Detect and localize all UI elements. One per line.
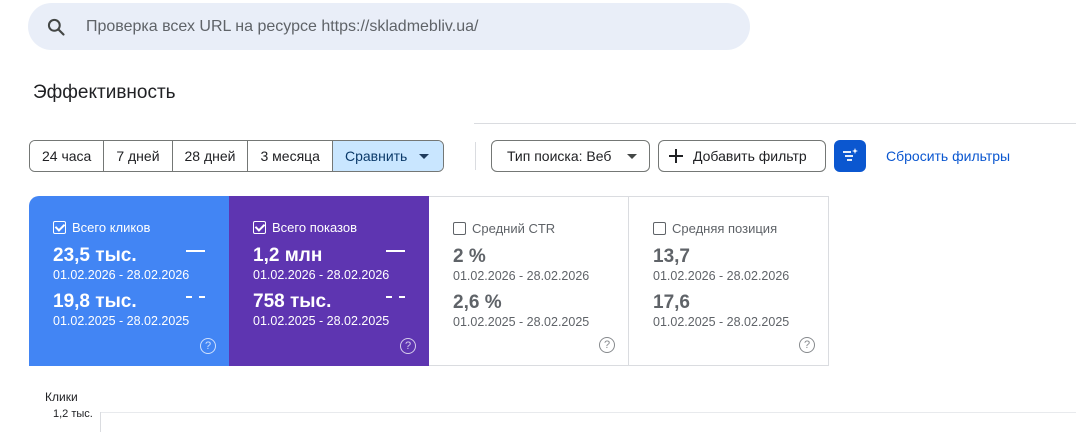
search-type-label: Тип поиска: Веб <box>507 148 612 164</box>
metric-card-impressions[interactable]: Всего показов 1,2 млн 01.02.2026 - 28.02… <box>229 196 429 366</box>
chart-y-tick: 1,2 тыс. <box>53 408 93 420</box>
page-title: Эффективность <box>33 82 176 103</box>
chart-gridline <box>100 412 1076 413</box>
metric-card-header: Всего показов <box>253 220 357 235</box>
metric-current-period: 01.02.2026 - 28.02.2026 <box>253 268 390 282</box>
date-range-7d[interactable]: 7 дней <box>104 141 173 171</box>
search-type-dropdown[interactable]: Тип поиска: Веб <box>491 140 650 172</box>
metric-previous-period: 01.02.2025 - 28.02.2025 <box>253 314 390 328</box>
help-icon[interactable]: ? <box>400 338 416 354</box>
caret-down-icon <box>419 153 430 159</box>
metric-current-value: 23,5 тыс. <box>53 245 137 266</box>
checkbox-unchecked-icon[interactable] <box>653 222 666 235</box>
chart-y-axis <box>100 412 101 432</box>
compare-dropdown[interactable]: Сравнить <box>332 141 444 171</box>
metric-current-period: 01.02.2026 - 28.02.2026 <box>53 268 190 282</box>
metric-current-value: 1,2 млн <box>253 245 323 266</box>
metric-current-value: 13,7 <box>653 246 690 267</box>
metric-previous-period: 01.02.2025 - 28.02.2025 <box>53 314 190 328</box>
search-input[interactable] <box>86 3 736 50</box>
divider <box>475 142 476 170</box>
solid-line-legend-icon <box>386 250 405 252</box>
help-icon[interactable]: ? <box>799 337 815 353</box>
search-icon <box>47 18 65 36</box>
metric-card-header: Всего кликов <box>53 220 150 235</box>
metric-previous-period: 01.02.2025 - 28.02.2025 <box>653 315 790 329</box>
checkbox-unchecked-icon[interactable] <box>453 222 466 235</box>
metric-previous-value: 758 тыс. <box>253 291 332 312</box>
metric-previous-value: 2,6 % <box>453 292 502 313</box>
solid-line-legend-icon <box>186 250 205 252</box>
reset-filters-link[interactable]: Сбросить фильтры <box>886 148 1010 164</box>
date-range-28d[interactable]: 28 дней <box>172 141 249 171</box>
metric-card-ctr[interactable]: Средний CTR 2 % 01.02.2026 - 28.02.2026 … <box>429 196 629 366</box>
metric-card-header: Средний CTR <box>453 221 555 236</box>
filter-sparkle-icon <box>843 148 858 161</box>
metric-label: Средний CTR <box>472 221 556 236</box>
plus-icon <box>669 149 683 163</box>
checkbox-checked-icon[interactable] <box>53 221 66 234</box>
add-filter-label: Добавить фильтр <box>693 148 807 164</box>
add-filter-button[interactable]: Добавить фильтр <box>658 140 826 172</box>
chart-y-axis-label: Клики <box>45 390 78 404</box>
metric-cards: Всего кликов 23,5 тыс. 01.02.2026 - 28.0… <box>29 196 829 366</box>
date-range-3m[interactable]: 3 месяца <box>248 141 333 171</box>
checkbox-checked-icon[interactable] <box>253 221 266 234</box>
caret-down-icon <box>627 154 637 159</box>
metric-current-period: 01.02.2026 - 28.02.2026 <box>653 269 790 283</box>
divider <box>474 123 1076 124</box>
dashed-line-legend-icon <box>386 296 405 298</box>
metric-label: Всего показов <box>272 220 357 235</box>
date-range-selector: 24 часа 7 дней 28 дней 3 месяца Сравнить <box>29 140 445 172</box>
compare-label: Сравнить <box>344 148 408 164</box>
metric-previous-value: 17,6 <box>653 292 690 313</box>
metric-label: Средняя позиция <box>672 221 778 236</box>
metric-card-position[interactable]: Средняя позиция 13,7 01.02.2026 - 28.02.… <box>629 196 829 366</box>
metric-current-value: 2 % <box>453 246 486 267</box>
filter-settings-button[interactable] <box>834 140 866 172</box>
metric-card-clicks[interactable]: Всего кликов 23,5 тыс. 01.02.2026 - 28.0… <box>29 196 229 366</box>
metric-previous-value: 19,8 тыс. <box>53 291 137 312</box>
dashed-line-legend-icon <box>186 296 205 298</box>
metric-label: Всего кликов <box>72 220 151 235</box>
search-bar[interactable] <box>28 3 750 50</box>
date-range-24h[interactable]: 24 часа <box>30 141 105 171</box>
metric-card-header: Средняя позиция <box>653 221 777 236</box>
metric-current-period: 01.02.2026 - 28.02.2026 <box>453 269 590 283</box>
help-icon[interactable]: ? <box>599 337 615 353</box>
help-icon[interactable]: ? <box>200 338 216 354</box>
metric-previous-period: 01.02.2025 - 28.02.2025 <box>453 315 590 329</box>
